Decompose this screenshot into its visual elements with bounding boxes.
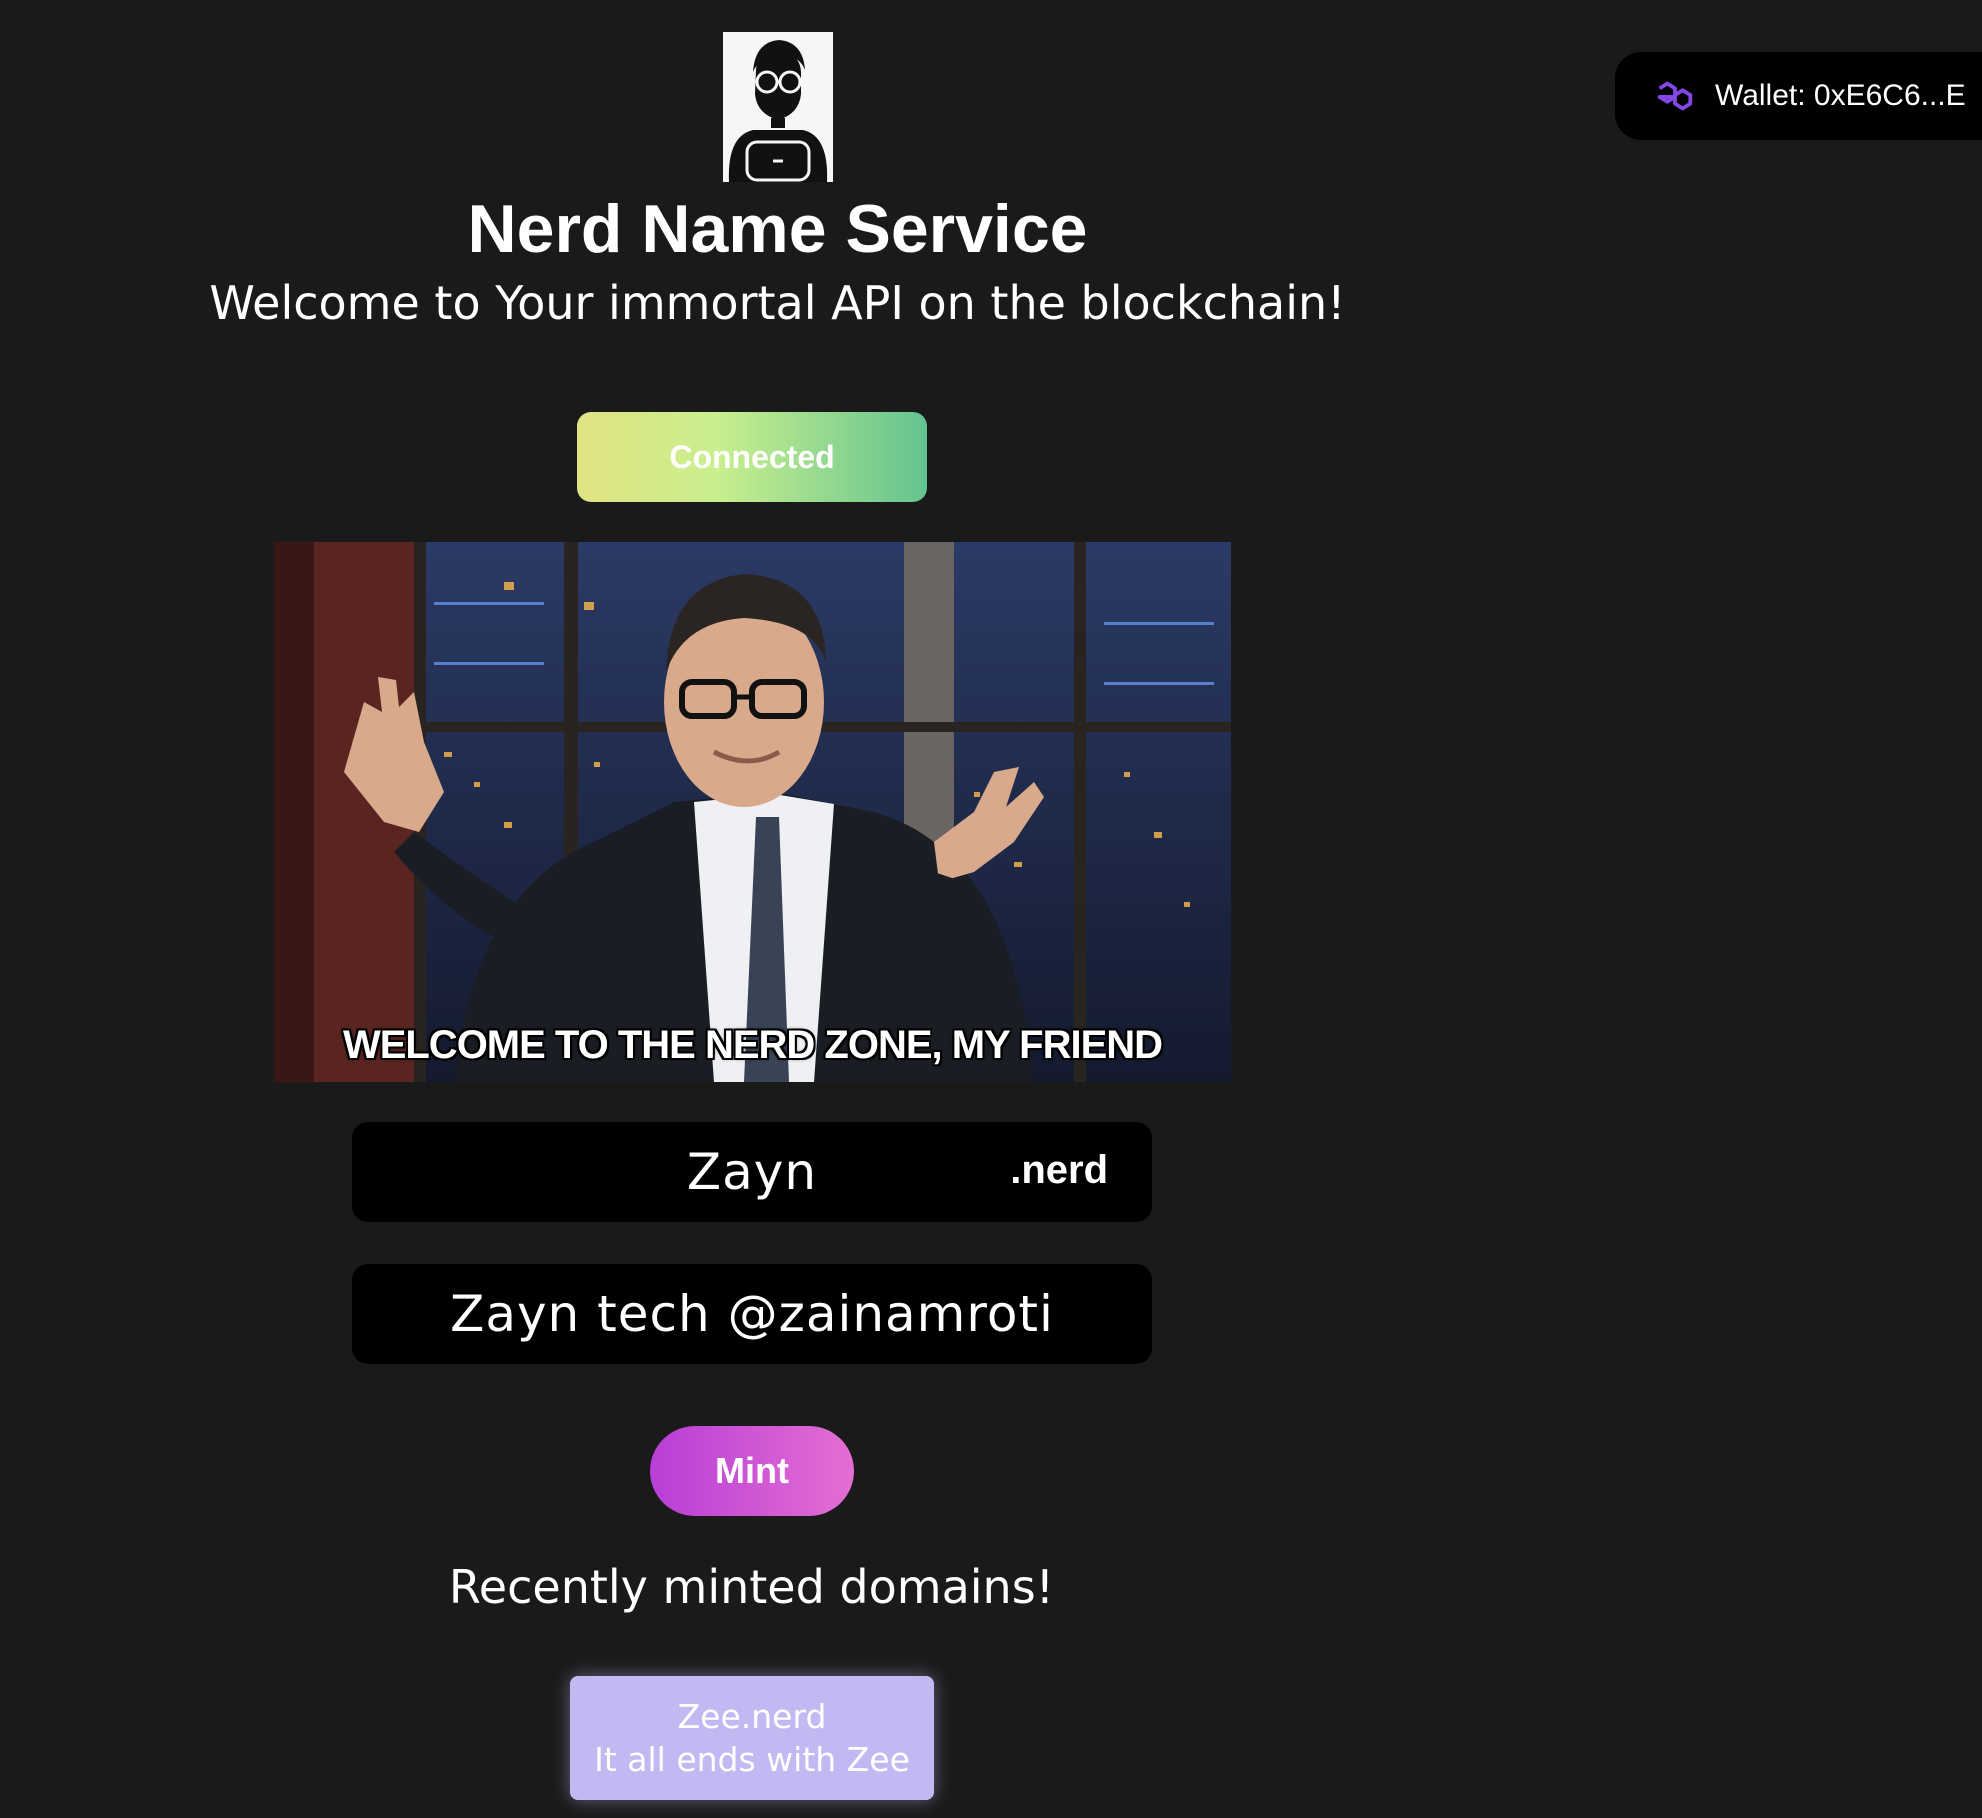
page: Nerd Name Service Welcome to Your immort… [0,0,1982,1818]
tld-label: .nerd [1010,1148,1108,1192]
page-title: Nerd Name Service [467,191,1088,267]
polygon-icon [1657,81,1693,111]
domain-input[interactable]: Zayn .nerd [352,1122,1152,1222]
connected-button[interactable]: Connected [577,412,927,502]
hero-gif-image [274,542,1231,1082]
record-input-value[interactable]: Zayn tech @zainamroti [352,1264,1152,1364]
minted-domain-record: It all ends with Zee [594,1740,910,1779]
minted-domain-name: Zee.nerd [677,1697,827,1736]
page-subtitle: Welcome to Your immortal API on the bloc… [209,276,1346,330]
wallet-address: Wallet: 0xE6C6...E [1715,79,1966,112]
mint-button[interactable]: Mint [650,1426,854,1516]
wallet-badge[interactable]: Wallet: 0xE6C6...E [1615,52,1982,140]
nerd-avatar-icon [723,32,833,182]
minted-domain-card[interactable]: Zee.nerd It all ends with Zee [570,1676,934,1800]
record-input[interactable]: Zayn tech @zainamroti [352,1264,1152,1364]
recent-domains-title: Recently minted domains! [448,1560,1055,1614]
hero-gif: WELCOME TO THE NERD ZONE, MY FRIEND [274,542,1231,1082]
gif-caption: WELCOME TO THE NERD ZONE, MY FRIEND [342,1023,1163,1067]
